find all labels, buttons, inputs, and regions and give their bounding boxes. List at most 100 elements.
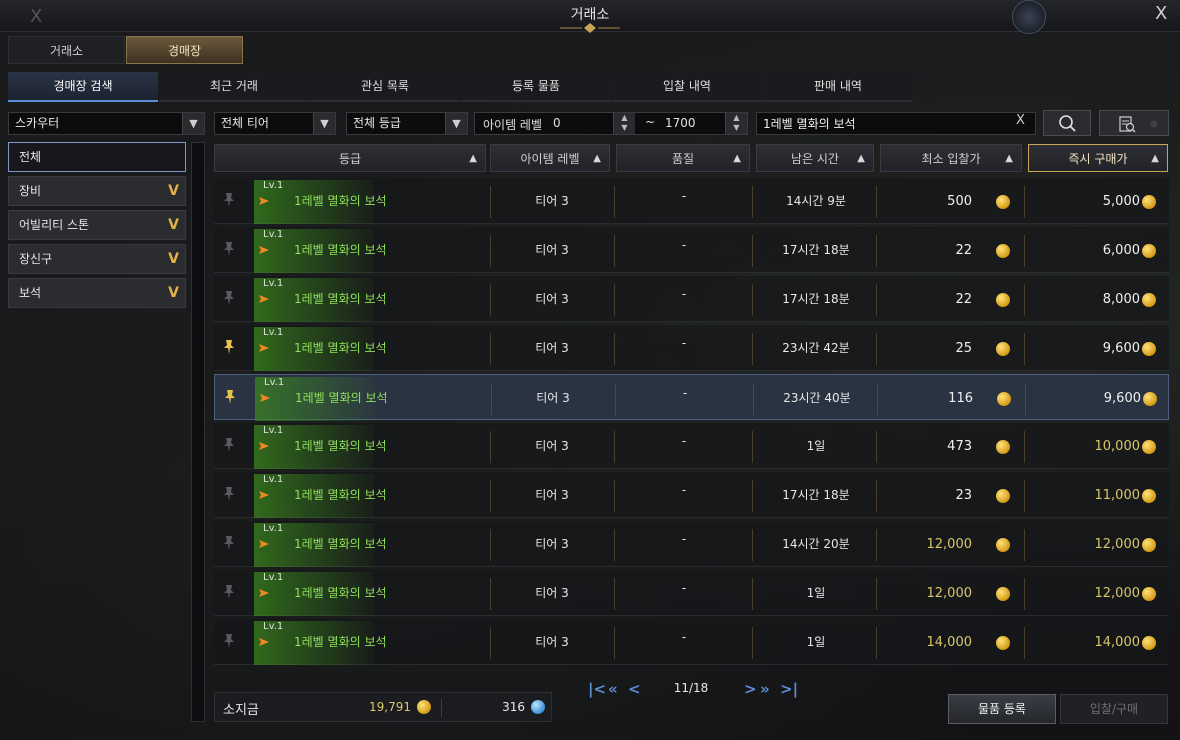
- category-label: 보석: [19, 286, 42, 300]
- favorite-pin-icon[interactable]: [221, 339, 237, 355]
- item-quality: -: [681, 434, 687, 448]
- wallet-blue-crystal-amount: 316: [502, 700, 525, 714]
- grade-select[interactable]: 전체 등급 ▼: [346, 112, 468, 135]
- table-row[interactable]: Lv.1 1레벨 멸화의 보석 티어 3-1일 12,000 12,000: [214, 570, 1169, 616]
- tab-recent-trades[interactable]: 최근 거래: [159, 72, 309, 102]
- advanced-search-button[interactable]: [1099, 110, 1169, 136]
- wallet-bar: 소지금 19,791 316: [214, 692, 552, 722]
- table-row[interactable]: Lv.1 1레벨 멸화의 보석 티어 3-17시간 18분 22 6,000: [214, 227, 1169, 273]
- tab-watchlist[interactable]: 관심 목록: [310, 72, 460, 102]
- last-page-button[interactable]: >|: [780, 680, 798, 698]
- sort-asc-icon: ▲: [1151, 153, 1159, 164]
- gem-item-icon: [259, 491, 269, 499]
- favorite-pin-icon[interactable]: [221, 535, 237, 551]
- table-row[interactable]: Lv.1 1레벨 멸화의 보석 티어 3-23시간 42분 25 9,600: [214, 325, 1169, 371]
- item-name: 1레벨 멸화의 보석: [294, 341, 387, 355]
- tab-registered-items[interactable]: 등록 물품: [461, 72, 611, 102]
- header-remaining-time[interactable]: 남은 시간 ▲: [756, 144, 874, 172]
- tab-auction[interactable]: 경매장: [126, 36, 243, 64]
- table-header: 등급 ▲ 아이템 레벨 ▲ 품질 ▲ 남은 시간 ▲ 최소 입찰가 ▲ 즉시 구…: [214, 144, 1169, 172]
- favorite-pin-icon[interactable]: [222, 389, 238, 405]
- column-divider: [490, 529, 491, 561]
- favorite-pin-icon[interactable]: [221, 192, 237, 208]
- chevron-down-icon: V: [168, 251, 179, 267]
- item-level-max-input[interactable]: [665, 116, 705, 130]
- item-name: 1레벨 멸화의 보석: [295, 391, 388, 405]
- table-row[interactable]: Lv.1 1레벨 멸화의 보석 티어 3-14시간 20분 12,000 12,000: [214, 521, 1169, 567]
- column-divider: [1024, 578, 1025, 610]
- stepper-up-icon[interactable]: ▲: [614, 113, 635, 123]
- header-buy-now[interactable]: 즉시 구매가 ▲: [1028, 144, 1168, 172]
- favorite-pin-icon[interactable]: [221, 584, 237, 600]
- prev-fast-button[interactable]: «: [608, 680, 618, 698]
- item-level-min-input[interactable]: [553, 116, 593, 130]
- item-quality: -: [681, 238, 687, 252]
- header-label: 최소 입찰가: [921, 152, 981, 166]
- clear-search-button[interactable]: X: [1016, 113, 1025, 128]
- item-tier: 티어 3: [535, 488, 569, 502]
- header-item-level[interactable]: 아이템 레벨 ▲: [490, 144, 610, 172]
- item-level-badge: Lv.1: [263, 474, 284, 485]
- column-divider: [490, 627, 491, 659]
- gold-coin-icon: [996, 244, 1010, 258]
- close-button[interactable]: X: [1155, 3, 1167, 24]
- table-row[interactable]: Lv.1 1레벨 멸화의 보석 티어 3-17시간 18분 22 8,000: [214, 276, 1169, 322]
- favorite-pin-icon[interactable]: [221, 241, 237, 257]
- chevron-down-icon: ▼: [182, 113, 204, 134]
- favorite-pin-icon[interactable]: [221, 486, 237, 502]
- tier-select[interactable]: 전체 티어 ▼: [214, 112, 336, 135]
- item-quality: -: [681, 336, 687, 350]
- category-ability-stone[interactable]: 어빌리티 스톤 V: [8, 210, 186, 240]
- tab-auction-search[interactable]: 경매장 검색: [8, 72, 158, 102]
- chevron-down-icon: V: [168, 217, 179, 233]
- item-tier: 티어 3: [535, 537, 569, 551]
- item-level-max-stepper[interactable]: ▲ ▼: [725, 113, 747, 134]
- stepper-up-icon[interactable]: ▲: [726, 113, 747, 123]
- next-page-button[interactable]: >: [744, 680, 757, 698]
- title-ornament-icon: [560, 23, 620, 33]
- header-label: 품질: [671, 152, 695, 166]
- next-fast-button[interactable]: »: [760, 680, 770, 698]
- favorite-pin-icon[interactable]: [221, 437, 237, 453]
- prev-page-button[interactable]: <: [628, 680, 641, 698]
- register-item-button[interactable]: 물품 등록: [948, 694, 1056, 724]
- category-equipment[interactable]: 장비 V: [8, 176, 186, 206]
- gold-coin-icon: [996, 293, 1010, 307]
- first-page-button[interactable]: |<: [588, 680, 606, 698]
- header-quality[interactable]: 품질 ▲: [616, 144, 750, 172]
- bid-buy-button[interactable]: 입찰/구매: [1060, 694, 1168, 724]
- table-row[interactable]: Lv.1 1레벨 멸화의 보석 티어 3-23시간 40분 116 9,600: [214, 374, 1169, 421]
- table-row[interactable]: Lv.1 1레벨 멸화의 보석 티어 3-1일 473 10,000: [214, 423, 1169, 469]
- stepper-down-icon[interactable]: ▼: [614, 123, 635, 133]
- gold-coin-icon: [1142, 538, 1156, 552]
- category-all[interactable]: 전체: [8, 142, 186, 172]
- main-tabs: 거래소 경매장: [8, 36, 244, 64]
- min-bid-price: 25: [955, 341, 972, 356]
- category-gem[interactable]: 보석 V: [8, 278, 186, 308]
- item-level-range: 아이템 레벨 ▲ ▼ ~ ▲ ▼: [474, 112, 748, 135]
- tab-bid-history[interactable]: 입찰 내역: [612, 72, 762, 102]
- favorite-pin-icon[interactable]: [221, 633, 237, 649]
- item-level-badge: Lv.1: [263, 621, 284, 632]
- search-input[interactable]: [756, 112, 1036, 135]
- gold-coin-icon: [1142, 195, 1156, 209]
- item-level-min-stepper[interactable]: ▲ ▼: [613, 113, 635, 134]
- search-button[interactable]: [1043, 110, 1091, 136]
- column-divider: [491, 383, 492, 415]
- tab-exchange[interactable]: 거래소: [8, 36, 125, 64]
- header-grade[interactable]: 등급 ▲: [214, 144, 486, 172]
- tab-sale-history[interactable]: 판매 내역: [763, 72, 913, 102]
- item-level-label: 아이템 레벨: [483, 118, 543, 132]
- class-select[interactable]: 스카우터 ▼: [8, 112, 205, 135]
- item-quality: -: [681, 189, 687, 203]
- stepper-down-icon[interactable]: ▼: [726, 123, 747, 133]
- category-accessory[interactable]: 장신구 V: [8, 244, 186, 274]
- table-row[interactable]: Lv.1 1레벨 멸화의 보석 티어 3-14시간 9분 500 5,000: [214, 178, 1169, 224]
- header-min-bid[interactable]: 최소 입찰가 ▲: [880, 144, 1022, 172]
- item-name: 1레벨 멸화의 보석: [294, 586, 387, 600]
- table-row[interactable]: Lv.1 1레벨 멸화의 보석 티어 3-1일 14,000 14,000: [214, 619, 1169, 665]
- favorite-pin-icon[interactable]: [221, 290, 237, 306]
- sidebar-scrollbar[interactable]: [191, 142, 205, 722]
- item-tier: 티어 3: [535, 635, 569, 649]
- table-row[interactable]: Lv.1 1레벨 멸화의 보석 티어 3-17시간 18분 23 11,000: [214, 472, 1169, 518]
